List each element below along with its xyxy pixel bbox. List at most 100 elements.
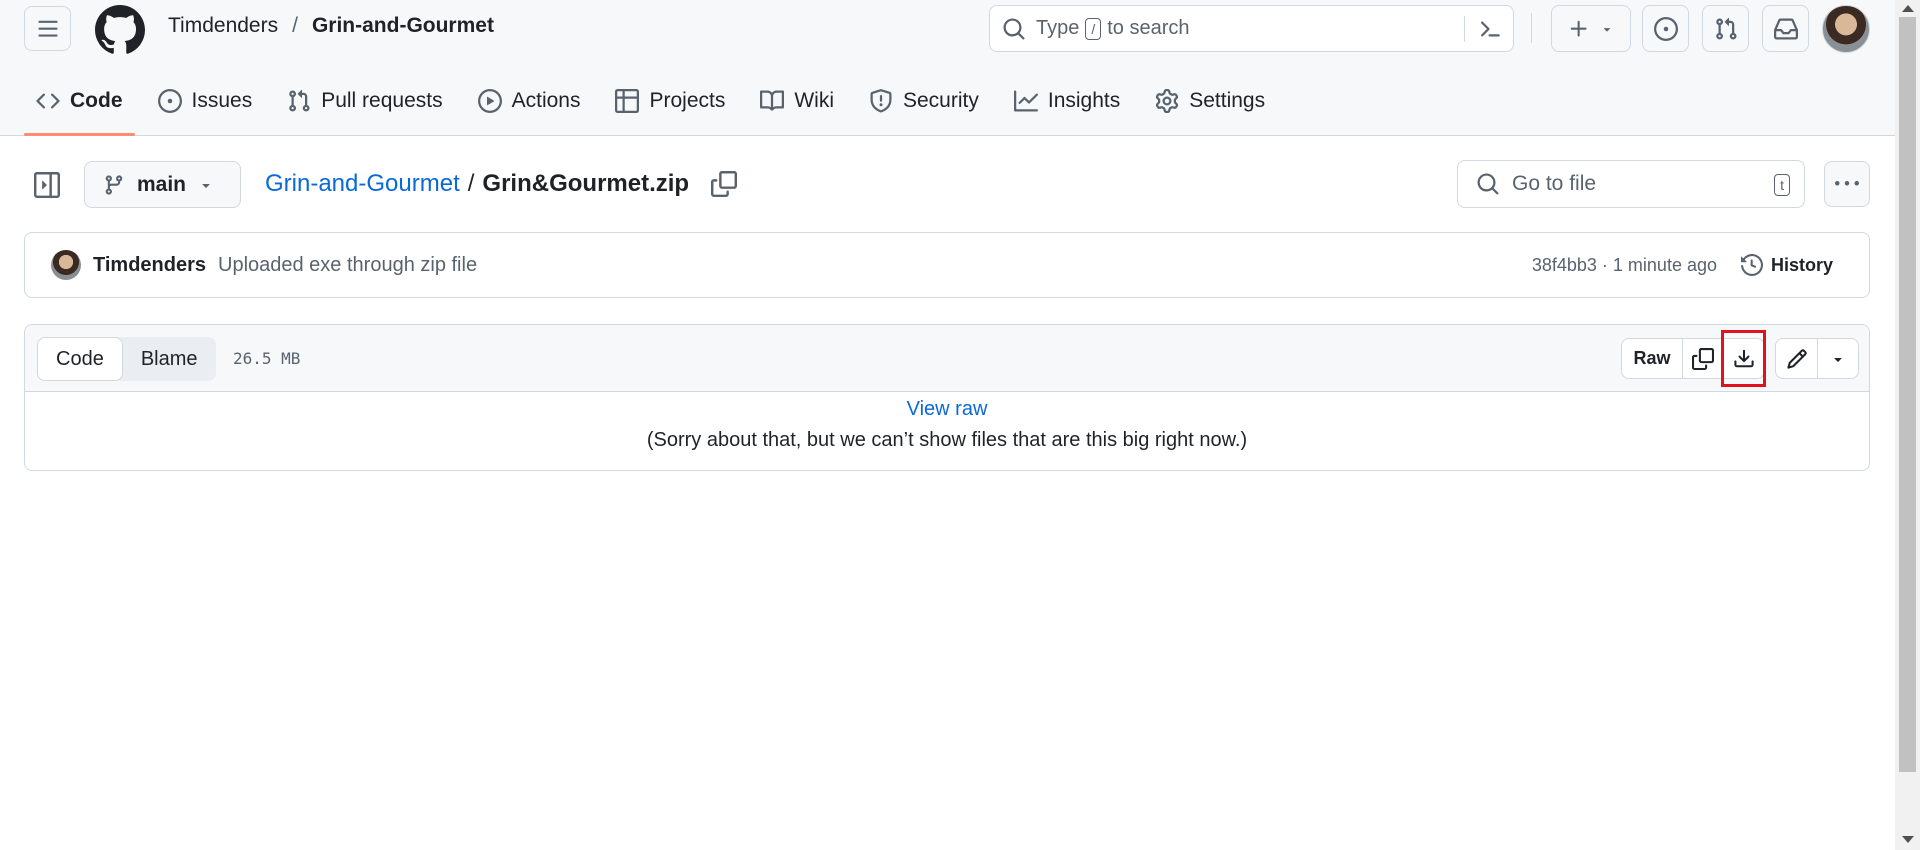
global-search-input[interactable]: Type / to search — [989, 5, 1514, 52]
git-pull-request-icon — [1715, 17, 1737, 40]
your-pull-requests-button[interactable] — [1702, 5, 1749, 52]
scroll-up-arrow-icon[interactable] — [1902, 5, 1914, 12]
tab-issues[interactable]: Issues — [146, 78, 265, 124]
owner-link[interactable]: Timdenders — [168, 14, 278, 38]
code-icon — [36, 93, 60, 109]
repo-link[interactable]: Grin-and-Gourmet — [312, 14, 494, 38]
scrollbar-thumb[interactable] — [1899, 17, 1916, 772]
file-viewer: Code Blame 26.5 MB Raw View raw (Sorry a… — [24, 324, 1870, 471]
scroll-down-arrow-icon[interactable] — [1902, 836, 1914, 843]
commit-meta[interactable]: 38f4bb3 · 1 minute ago — [1532, 255, 1717, 276]
latest-commit-box: Timdenders Uploaded exe through zip file… — [24, 232, 1870, 298]
caret-down-icon — [1834, 357, 1842, 362]
file-name: Grin&Gourmet.zip — [482, 170, 690, 197]
edit-options-button[interactable] — [1817, 339, 1858, 378]
branch-select-button[interactable]: main — [84, 161, 241, 208]
inbox-icon — [1773, 17, 1798, 39]
path-separator: / — [467, 170, 475, 197]
search-icon — [1003, 18, 1025, 39]
git-pull-request-icon — [289, 89, 310, 112]
tab-wiki-label: Wiki — [794, 89, 834, 112]
repo-nav: Code Issues Pull requests Actions Projec… — [24, 78, 1288, 136]
commit-author[interactable]: Timdenders — [93, 254, 206, 277]
go-to-file-input[interactable]: Go to file t — [1457, 160, 1805, 208]
command-palette-icon[interactable] — [1477, 17, 1503, 41]
history-label: History — [1770, 254, 1833, 275]
tab-code-label: Code — [70, 89, 123, 112]
book-icon — [760, 90, 785, 111]
tab-pull-requests-label: Pull requests — [321, 89, 443, 112]
edit-file-button[interactable] — [1776, 339, 1817, 378]
plus-icon — [1570, 20, 1587, 37]
tab-settings-label: Settings — [1189, 89, 1266, 112]
global-bar: Timdenders / Grin-and-Gourmet Type / to … — [0, 0, 1895, 58]
tab-actions-label: Actions — [511, 89, 581, 112]
tab-issues-label: Issues — [191, 89, 253, 112]
copy-raw-button[interactable] — [1682, 339, 1723, 378]
search-prefix: Type — [1036, 17, 1080, 39]
search-divider — [1464, 16, 1465, 42]
tab-insights-label: Insights — [1047, 89, 1121, 112]
tab-security[interactable]: Security — [857, 78, 991, 124]
history-button[interactable]: History — [1740, 254, 1833, 276]
search-icon — [1477, 173, 1499, 195]
play-icon — [477, 89, 502, 113]
commit-message[interactable]: Uploaded exe through zip file — [218, 254, 477, 277]
history-icon — [1740, 254, 1763, 276]
sidebar-expand-icon[interactable] — [34, 172, 60, 198]
search-suffix: to search — [1107, 17, 1190, 39]
blame-view-button[interactable]: Blame — [123, 337, 216, 381]
code-view-button[interactable]: Code — [37, 337, 123, 381]
tab-settings[interactable]: Settings — [1143, 78, 1277, 124]
tab-actions[interactable]: Actions — [466, 78, 593, 124]
raw-button[interactable]: Raw — [1622, 339, 1682, 378]
path-repo-link[interactable]: Grin-and-Gourmet — [265, 170, 460, 198]
view-mode-toggle: Code Blame — [37, 337, 216, 381]
more-options-button[interactable] — [1824, 161, 1870, 207]
gear-icon — [1156, 89, 1179, 113]
notifications-button[interactable] — [1762, 5, 1809, 52]
context-breadcrumb: Timdenders / Grin-and-Gourmet — [168, 14, 494, 38]
git-branch-icon — [105, 174, 123, 195]
graph-icon — [1013, 90, 1038, 112]
user-avatar[interactable] — [1822, 5, 1870, 53]
hamburger-icon — [37, 20, 58, 37]
raw-copy-download-group: Raw — [1621, 330, 1766, 387]
tab-pull-requests[interactable]: Pull requests — [275, 78, 454, 124]
top-header: Timdenders / Grin-and-Gourmet Type / to … — [0, 0, 1895, 136]
commit-author-avatar[interactable] — [51, 250, 81, 280]
file-too-big-message: (Sorry about that, but we can’t show fil… — [646, 429, 1248, 451]
tab-code[interactable]: Code — [24, 78, 135, 136]
file-path-breadcrumb: Grin-and-Gourmet / Grin&Gourmet.zip — [265, 170, 738, 198]
copy-icon — [1692, 347, 1714, 370]
issue-opened-icon — [157, 89, 182, 113]
copy-path-icon[interactable] — [711, 171, 738, 197]
header-divider — [1531, 13, 1532, 43]
download-raw-button[interactable] — [1721, 330, 1766, 387]
file-toolbar: Code Blame 26.5 MB Raw — [25, 325, 1869, 392]
tab-insights[interactable]: Insights — [1002, 78, 1132, 124]
tab-projects[interactable]: Projects — [603, 78, 737, 124]
tab-security-label: Security — [903, 89, 979, 112]
search-shortcut-key: / — [1085, 17, 1102, 40]
download-highlight-box — [1721, 330, 1766, 387]
shield-icon — [870, 89, 892, 113]
tab-projects-label: Projects — [649, 89, 726, 112]
github-logo-icon[interactable] — [95, 5, 145, 55]
search-placeholder: Type / to search — [1036, 17, 1190, 40]
issue-opened-icon — [1653, 16, 1678, 41]
tab-wiki[interactable]: Wiki — [748, 78, 846, 124]
kebab-horizontal-icon — [1835, 181, 1859, 186]
pencil-icon — [1786, 348, 1807, 369]
create-new-button[interactable] — [1551, 5, 1631, 52]
your-issues-button[interactable] — [1642, 5, 1689, 52]
file-actions: Raw — [1621, 330, 1859, 387]
file-content: View raw (Sorry about that, but we can’t… — [25, 392, 1869, 452]
file-size: 26.5 MB — [233, 349, 301, 368]
caret-down-icon — [202, 183, 210, 188]
page-scrollbar[interactable] — [1895, 0, 1920, 850]
view-raw-link[interactable]: View raw — [25, 398, 1869, 421]
breadcrumb-separator: / — [292, 14, 298, 37]
menu-button[interactable] — [24, 6, 71, 51]
caret-down-icon — [1603, 27, 1611, 32]
